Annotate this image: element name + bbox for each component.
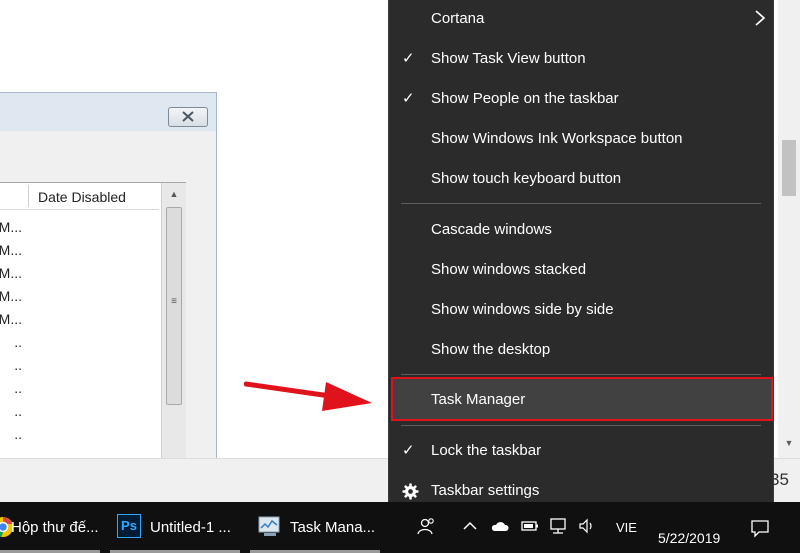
list-scrollbar[interactable]: ▲ ≡ bbox=[161, 183, 186, 461]
menu-item-label: Show People on the taskbar bbox=[431, 90, 619, 107]
list-row[interactable]: M... bbox=[0, 288, 22, 304]
page-scroll-thumb[interactable] bbox=[782, 140, 796, 196]
page-scrollbar[interactable]: ▼ bbox=[778, 0, 800, 458]
onedrive-icon[interactable] bbox=[490, 516, 510, 536]
list-row[interactable]: .. bbox=[0, 380, 22, 396]
photoshop-icon: Ps bbox=[117, 514, 141, 538]
list-row[interactable]: M... bbox=[0, 311, 22, 327]
list-header: Date Disabled bbox=[0, 183, 159, 210]
list-row[interactable]: .. bbox=[0, 357, 22, 373]
menu-item-lock-the-taskbar[interactable]: ✓ Lock the taskbar bbox=[389, 432, 773, 472]
scroll-down-icon[interactable]: ▼ bbox=[778, 438, 800, 456]
list-row[interactable]: .. bbox=[0, 403, 22, 419]
menu-item-label: Show windows stacked bbox=[431, 261, 587, 278]
task-manager-icon bbox=[258, 516, 280, 536]
menu-item-label: Lock the taskbar bbox=[431, 442, 542, 459]
language-indicator[interactable]: VIE bbox=[616, 520, 637, 535]
menu-item-show-windows-ink[interactable]: Show Windows Ink Workspace button bbox=[389, 120, 773, 160]
taskbar: Hộp thư đế... Ps Untitled-1 ... Task Man… bbox=[0, 502, 800, 553]
menu-separator bbox=[401, 374, 761, 375]
scroll-up-icon[interactable]: ▲ bbox=[162, 183, 186, 205]
list-row[interactable]: .. bbox=[0, 334, 22, 350]
menu-separator bbox=[401, 425, 761, 426]
menu-item-label: Taskbar settings bbox=[431, 482, 540, 499]
network-icon[interactable] bbox=[548, 516, 568, 536]
menu-item-show-people[interactable]: ✓ Show People on the taskbar bbox=[389, 80, 773, 120]
grip-icon: ≡ bbox=[171, 296, 177, 307]
menu-item-label: Cascade windows bbox=[431, 221, 552, 238]
people-icon[interactable] bbox=[416, 516, 436, 536]
menu-item-label: Show windows side by side bbox=[431, 301, 614, 318]
close-icon bbox=[182, 111, 194, 122]
column-divider[interactable] bbox=[28, 185, 29, 207]
battery-icon[interactable] bbox=[520, 516, 540, 536]
column-header-date-disabled[interactable]: Date Disabled bbox=[38, 189, 126, 205]
taskbar-context-menu: Cortana ✓ Show Task View button ✓ Show P… bbox=[388, 0, 774, 520]
list-row[interactable]: M... bbox=[0, 265, 22, 281]
gear-icon bbox=[402, 483, 419, 500]
menu-item-show-touch-keyboard[interactable]: Show touch keyboard button bbox=[389, 160, 773, 200]
notification-icon[interactable] bbox=[750, 518, 770, 538]
menu-item-label: Cortana bbox=[431, 10, 485, 27]
taskbar-button-chrome[interactable]: Hộp thư đế... bbox=[0, 502, 100, 553]
taskbar-button-label: Task Mana... bbox=[290, 519, 376, 536]
menu-item-label: Show the desktop bbox=[431, 341, 551, 358]
menu-item-label: Task Manager bbox=[431, 391, 526, 408]
annotation-arrow-icon bbox=[244, 381, 372, 411]
volume-icon[interactable] bbox=[577, 516, 597, 536]
list-row[interactable]: M... bbox=[0, 242, 22, 258]
menu-item-cascade-windows[interactable]: Cascade windows bbox=[389, 211, 773, 251]
list-row[interactable]: .. bbox=[0, 426, 22, 442]
dialog-close-button[interactable] bbox=[168, 107, 208, 127]
date-display[interactable]: 5/22/2019 bbox=[658, 530, 720, 546]
taskbar-button-task-manager[interactable]: Task Mana... bbox=[250, 502, 380, 553]
menu-item-show-task-view-button[interactable]: ✓ Show Task View button bbox=[389, 40, 773, 80]
chevron-up-icon[interactable] bbox=[460, 516, 480, 536]
list-row[interactable]: M... bbox=[0, 219, 22, 235]
menu-item-task-manager[interactable]: Task Manager bbox=[391, 377, 773, 421]
disabled-items-list[interactable]: Date Disabled M... M... M... M... M... .… bbox=[0, 182, 186, 462]
taskbar-button-label: Untitled-1 ... bbox=[150, 519, 231, 536]
menu-item-cortana[interactable]: Cortana bbox=[389, 0, 773, 40]
menu-item-show-the-desktop[interactable]: Show the desktop bbox=[389, 331, 773, 371]
menu-item-label: Show Task View button bbox=[431, 50, 586, 67]
menu-item-show-windows-stacked[interactable]: Show windows stacked bbox=[389, 251, 773, 291]
menu-item-label: Show touch keyboard button bbox=[431, 170, 622, 187]
scroll-thumb[interactable]: ≡ bbox=[166, 207, 182, 405]
menu-item-show-windows-side-by-side[interactable]: Show windows side by side bbox=[389, 291, 773, 331]
taskbar-button-photoshop[interactable]: Ps Untitled-1 ... bbox=[110, 502, 240, 553]
check-icon: ✓ bbox=[402, 90, 415, 107]
menu-separator bbox=[401, 203, 761, 204]
check-icon: ✓ bbox=[402, 442, 415, 459]
taskbar-button-label: Hộp thư đế... bbox=[11, 519, 99, 536]
chevron-right-icon bbox=[755, 10, 766, 26]
menu-item-label: Show Windows Ink Workspace button bbox=[431, 130, 683, 147]
check-icon: ✓ bbox=[402, 50, 415, 67]
